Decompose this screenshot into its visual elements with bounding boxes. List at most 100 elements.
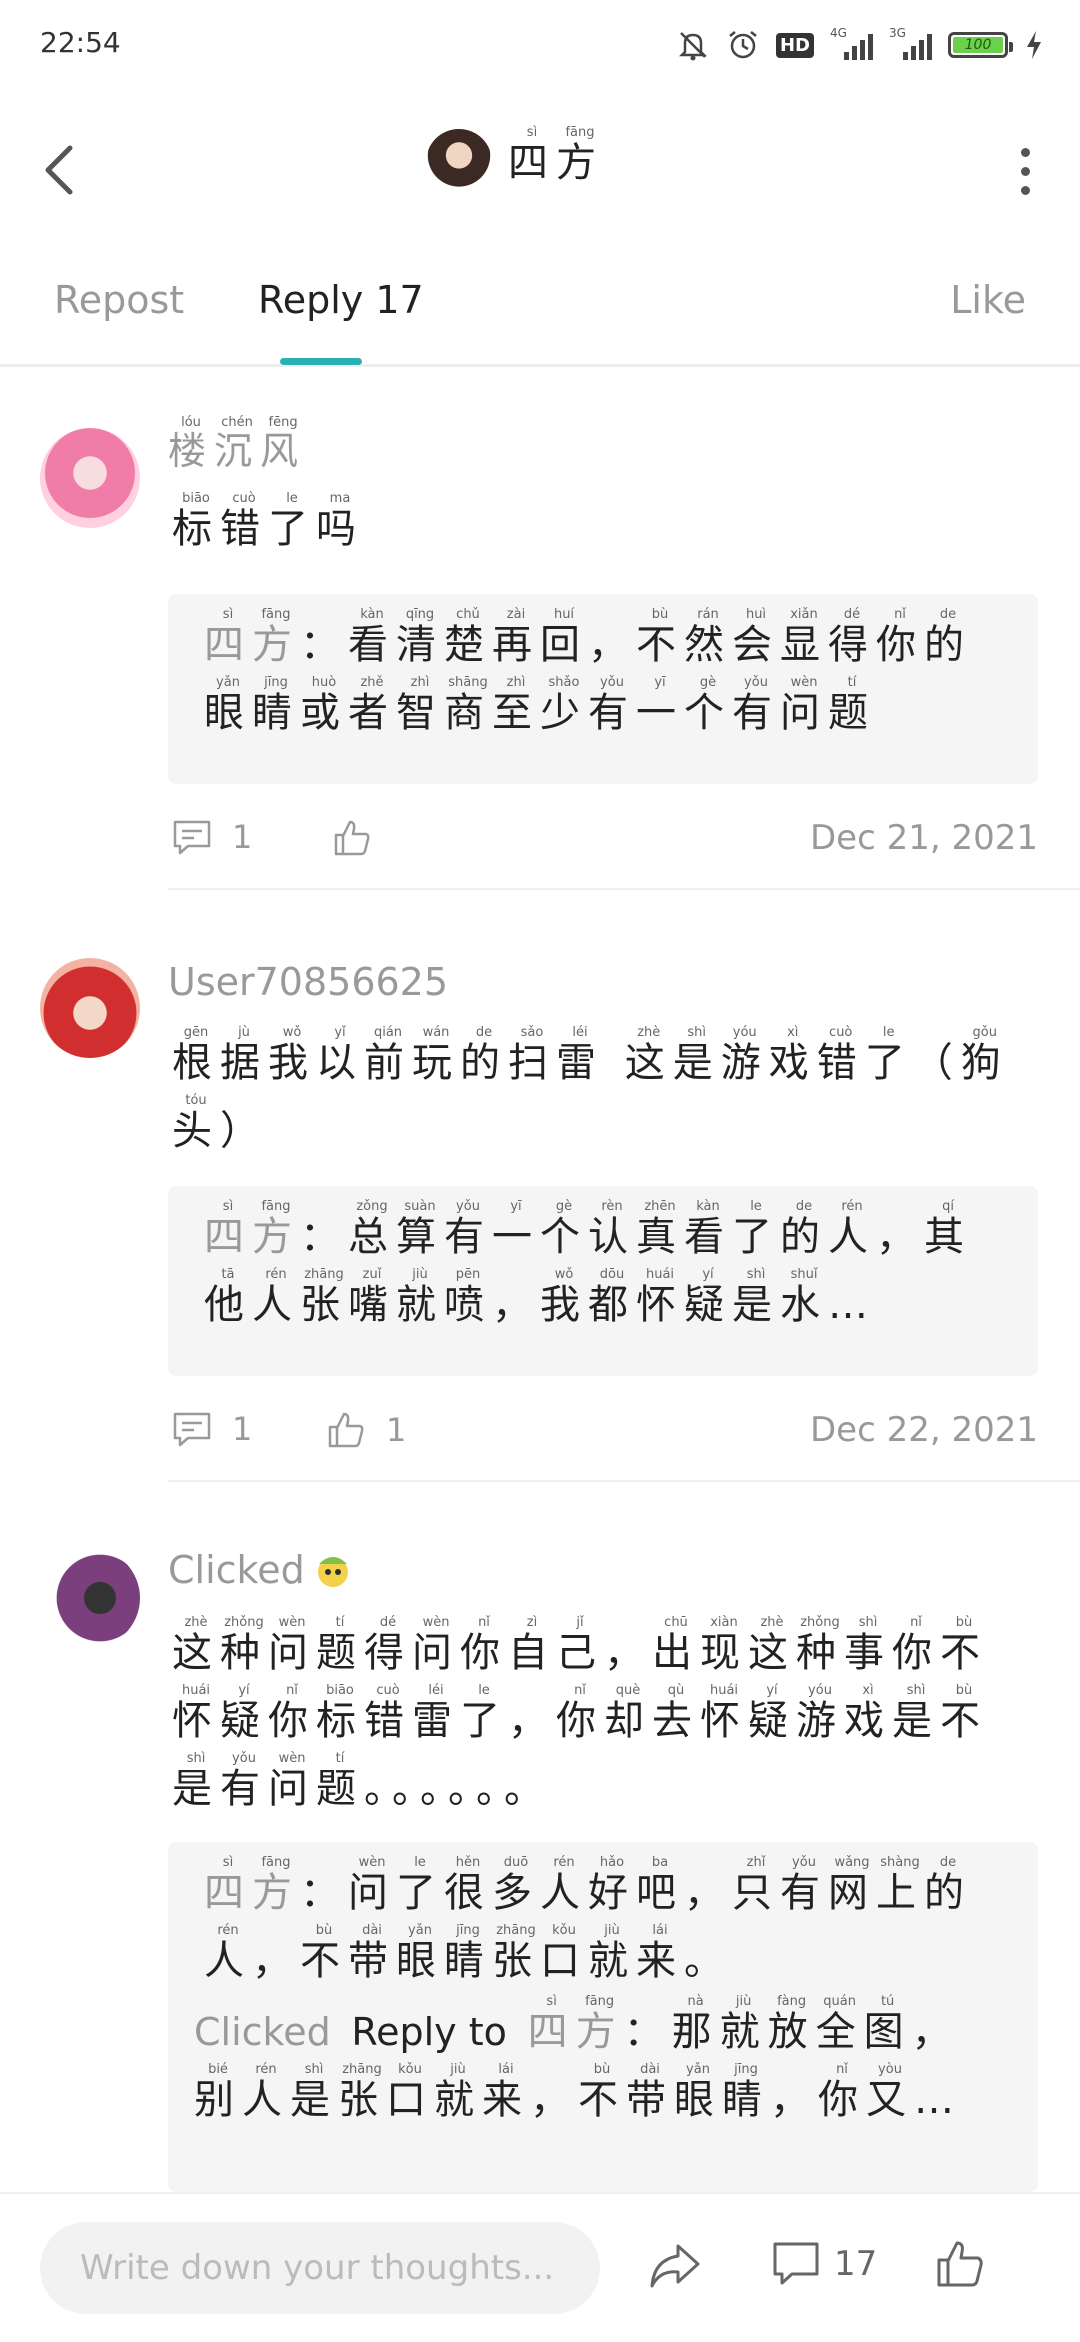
hanzi-char: 就jiù xyxy=(588,1923,636,1984)
avatar[interactable] xyxy=(40,958,140,1058)
reply-author: 四sì方fāng xyxy=(204,607,300,668)
reply-count-button[interactable] xyxy=(770,2238,822,2294)
back-button[interactable] xyxy=(40,140,80,200)
reply-preview[interactable]: 四sì方fāng：看kàn清qīng楚chǔ再zài回huí，不bù然rán会h… xyxy=(168,594,1038,784)
tab-repost[interactable]: Repost xyxy=(54,278,184,322)
hanzi-char: 错cuò xyxy=(220,491,268,552)
more-icon[interactable] xyxy=(1021,148,1030,195)
hanzi-char: 问wèn xyxy=(348,1855,396,1916)
author-avatar[interactable] xyxy=(426,128,492,195)
comment-text: 这zhè种zhǒng问wèn题tí得dé问wèn你nǐ自zì己jǐ，出chū现x… xyxy=(172,1615,1032,1823)
hanzi-char: 去qù xyxy=(652,1683,700,1744)
avatar[interactable] xyxy=(40,1548,140,1648)
hanzi-char: 是shì xyxy=(672,1025,721,1086)
tab-reply[interactable]: Reply 17 xyxy=(258,278,424,322)
like-button[interactable] xyxy=(332,818,392,858)
hanzi-char: 一yī xyxy=(492,1199,540,1260)
hanzi-char: 就jiù xyxy=(719,1994,768,2055)
hanzi-char: 清qīng xyxy=(396,607,444,668)
hanzi-char: 张zhāng xyxy=(338,2062,386,2123)
avatar[interactable] xyxy=(40,428,140,528)
hanzi-char: ， xyxy=(684,1870,732,1916)
hanzi-char: 张zhāng xyxy=(492,1923,540,1984)
hanzi-char: 回huí xyxy=(540,607,588,668)
tab-like[interactable]: Like xyxy=(950,278,1026,322)
hanzi-char: 标biāo xyxy=(316,1683,364,1744)
hanzi-char: 少shǎo xyxy=(540,675,588,736)
username-row[interactable]: Clicked xyxy=(168,1548,353,1592)
hanzi-char: 至zhì xyxy=(492,675,540,736)
hanzi-char: 前qián xyxy=(364,1025,412,1086)
hanzi-char: 沉chén xyxy=(214,415,261,473)
hanzi-char: ， xyxy=(770,2077,818,2123)
hanzi-char: 的de xyxy=(924,607,972,668)
hanzi-char: 种zhǒng xyxy=(796,1615,844,1676)
hanzi-char: 是shì xyxy=(892,1683,940,1744)
hanzi-char: 睛jīng xyxy=(444,1923,492,1984)
hanzi-char: 你nǐ xyxy=(892,1615,940,1676)
reply-count: 1 xyxy=(232,1410,253,1448)
hanzi-char: 这zhè xyxy=(624,1025,673,1086)
hanzi-char: 问wèn xyxy=(412,1615,460,1676)
header-title[interactable]: 四sì方fāng xyxy=(426,125,604,197)
hanzi-char: 别bié xyxy=(194,2062,242,2123)
hanzi-char: 雷léi xyxy=(412,1683,460,1744)
reply2-colon: ： xyxy=(623,2009,672,2055)
hanzi-char: 再zài xyxy=(492,607,540,668)
status-icons: HD 4G 3G 100 xyxy=(676,26,1044,62)
mute-icon xyxy=(676,28,710,62)
bottom-reply-count: 17 xyxy=(834,2244,878,2284)
hanzi-char: 。。。。。。 xyxy=(364,1766,552,1812)
hanzi-char: 有yǒu xyxy=(588,675,636,736)
network-label-2: 3G xyxy=(889,26,906,40)
hd-badge: HD xyxy=(775,32,814,58)
hanzi-char: 口kǒu xyxy=(386,2062,434,2123)
hanzi-char: 了le xyxy=(864,1025,913,1086)
like-button[interactable] xyxy=(934,2238,986,2294)
hanzi-char: 口kǒu xyxy=(540,1923,588,1984)
comment-text: 标biāo错cuò了le吗ma xyxy=(172,491,1032,563)
tab-bar: Repost Reply 17 Like xyxy=(0,262,1080,367)
hanzi-char: 有yǒu xyxy=(780,1855,828,1916)
reply-text-2: Clicked Reply to 四sì方fāng：那nà就jiù放fàng全q… xyxy=(194,1994,1002,2134)
reply-preview[interactable]: 四sì方fāng：总zǒng算suàn有yǒu一yī个gè认rèn真zhēn看k… xyxy=(168,1186,1038,1376)
header: 四sì方fāng xyxy=(0,96,1080,246)
hanzi-char: 四sì xyxy=(204,607,252,668)
reply2-user: Clicked xyxy=(194,2010,331,2054)
hanzi-char: 不bù xyxy=(940,1683,988,1744)
hanzi-char: ， xyxy=(508,1698,556,1744)
reply-button[interactable]: 1 xyxy=(172,818,252,856)
hanzi-char: 楼lóu xyxy=(168,415,215,473)
comment-actions: 1 Dec 21, 2021 xyxy=(172,810,1038,870)
hanzi-char: 雷léi xyxy=(556,1025,604,1086)
reply-preview[interactable]: 四sì方fāng：问wèn了le很hěn多duō人rén好hǎo吧ba，只zhǐ… xyxy=(168,1842,1038,2192)
reply-button[interactable]: 1 xyxy=(172,1410,252,1448)
hanzi-char: 不bù xyxy=(940,1615,988,1676)
username[interactable]: User70856625 xyxy=(168,960,448,1004)
hanzi-char: 不bù xyxy=(578,2062,626,2123)
hanzi-char: 方fāng xyxy=(252,1855,300,1916)
hanzi-char: 睛jīng xyxy=(722,2062,770,2123)
like-button[interactable]: 1 xyxy=(326,1410,406,1450)
hanzi-char: 狗gǒu xyxy=(960,1025,1009,1086)
thumbs-up-icon xyxy=(937,2241,983,2287)
hanzi-char: 事shì xyxy=(844,1615,892,1676)
hanzi-char: 都dōu xyxy=(588,1267,636,1328)
signal-3g-icon: 3G xyxy=(889,26,932,60)
hanzi-char: 得dé xyxy=(364,1615,412,1676)
hanzi-char: 了le xyxy=(396,1855,444,1916)
comment-text: 根gēn据jù我wǒ以yǐ前qián玩wán的de扫sǎo雷léi 这zhè是s… xyxy=(172,1025,1032,1165)
hanzi-char: 的de xyxy=(780,1199,828,1260)
username[interactable]: 楼lóu沉chén风fēng xyxy=(168,415,306,485)
share-button[interactable] xyxy=(646,2238,702,2298)
hanzi-char: 者zhě xyxy=(348,675,396,736)
divider xyxy=(168,1480,1080,1482)
hanzi-char: 。 xyxy=(684,1938,732,1984)
hanzi-char: 水shuǐ xyxy=(780,1267,828,1328)
reply2-to: Reply to xyxy=(351,2010,507,2054)
hanzi-char: 带dài xyxy=(348,1923,396,1984)
hanzi-char: 题tí xyxy=(316,1751,364,1812)
hanzi-char: 有yǒu xyxy=(444,1199,492,1260)
hanzi-char: … xyxy=(914,2077,962,2123)
comment-input[interactable] xyxy=(40,2222,600,2314)
